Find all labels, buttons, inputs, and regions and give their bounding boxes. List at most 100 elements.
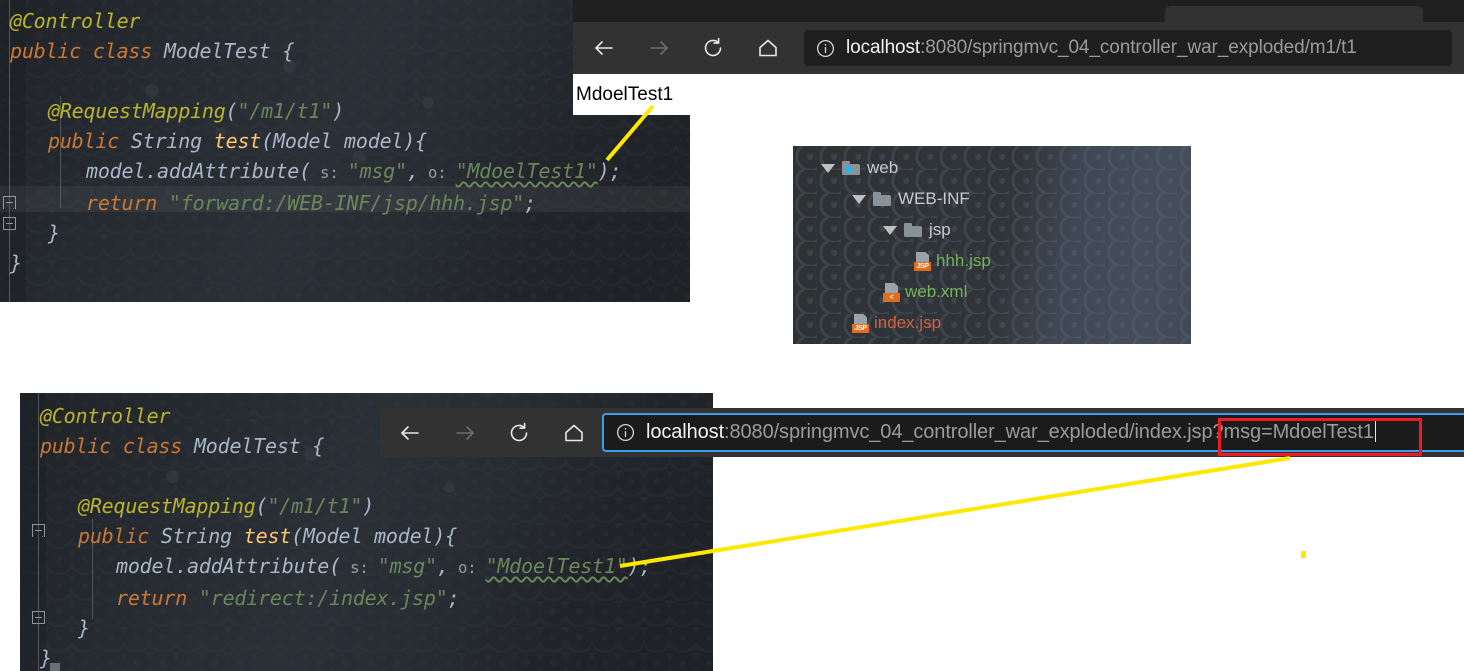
site-info-icon[interactable]: [604, 422, 646, 443]
code-token: return: [116, 586, 188, 610]
top-address-bar-text[interactable]: localhost:8080/springmvc_04_controller_w…: [846, 37, 1357, 59]
url-path: :8080/springmvc_04_controller_war_explod…: [920, 37, 1357, 58]
forward-icon[interactable]: [643, 32, 675, 64]
url-host: localhost: [846, 37, 921, 58]
url-path: :8080/springmvc_04_controller_war_explod…: [724, 421, 1213, 443]
code-token: ){: [403, 129, 427, 153]
forward-icon[interactable]: [449, 417, 481, 449]
code-token: ModelTest: [163, 39, 271, 63]
top-editor-code-text[interactable]: @Controller public class ModelTest { @Req…: [10, 6, 622, 278]
bottom-address-bar[interactable]: localhost:8080/springmvc_04_controller_w…: [602, 413, 1464, 452]
code-token: test: [213, 129, 262, 153]
code-token: }: [48, 221, 60, 245]
bottom-browser-window[interactable]: localhost:8080/springmvc_04_controller_w…: [380, 408, 1464, 465]
code-token: String: [160, 524, 232, 548]
code-token: Model model: [303, 524, 434, 548]
url-query-string: ?msg=MdoelTest1: [1212, 421, 1374, 443]
url-host: localhost: [646, 421, 725, 443]
tree-row[interactable]: web: [821, 156, 898, 180]
code-token: @RequestMapping: [78, 494, 256, 518]
yellow-dot-marker: [1301, 551, 1306, 558]
editor-scroll-thumb[interactable]: [50, 663, 60, 671]
code-token: String: [130, 129, 202, 153]
tree-row-label: web: [867, 158, 899, 177]
code-token: "/m1/t1": [267, 494, 363, 518]
chevron-down-icon[interactable]: [883, 225, 897, 235]
code-token: public: [10, 39, 82, 63]
code-token: o:: [418, 164, 456, 182]
tree-row-label: index.jsp: [874, 313, 942, 332]
back-icon[interactable]: [588, 32, 620, 64]
top-browser-toolbar: localhost:8080/springmvc_04_controller_w…: [573, 22, 1464, 74]
code-token: model.addAttribute: [86, 159, 300, 183]
code-token: o:: [448, 559, 486, 577]
tree-row[interactable]: jsp: [883, 218, 951, 242]
code-token: @Controller: [10, 9, 141, 33]
code-line: return "redirect:/index.jsp";: [40, 583, 651, 613]
text-caret: [1374, 421, 1376, 442]
code-token: {: [282, 39, 295, 63]
code-token: "msg": [377, 554, 437, 578]
chevron-down-icon[interactable]: [852, 194, 866, 204]
bottom-browser-toolbar: localhost:8080/springmvc_04_controller_w…: [380, 408, 1464, 457]
bottom-annotation-arrow: [619, 456, 1291, 568]
top-browser-page-area: [573, 74, 1464, 115]
code-line: model.addAttribute( s: "msg", o: "MdoelT…: [40, 551, 652, 583]
reload-icon[interactable]: [503, 417, 535, 449]
bottom-address-bar-text[interactable]: localhost:8080/springmvc_04_controller_w…: [646, 421, 1376, 444]
code-token: ): [332, 99, 345, 123]
tree-row-label: jsp: [929, 220, 951, 239]
code-token: class: [92, 39, 153, 63]
code-token: (: [261, 129, 273, 153]
code-token: s:: [340, 559, 378, 577]
code-token: return: [86, 191, 158, 215]
code-line: }: [40, 643, 651, 671]
tree-rows-container[interactable]: web WEB-INF jsp JSP hhh.jsp < web.xml JSP index.…: [793, 146, 1191, 344]
code-token: ,: [406, 159, 419, 183]
code-token: s:: [310, 164, 348, 182]
code-token: public: [48, 129, 120, 153]
tree-row[interactable]: WEB-INF: [852, 187, 970, 211]
tree-row[interactable]: JSP index.jsp: [852, 311, 941, 335]
tree-row[interactable]: JSP hhh.jsp: [914, 249, 991, 273]
code-token: "MdoelTest1": [455, 159, 598, 183]
code-line: }: [10, 218, 621, 248]
code-token: }: [78, 616, 90, 640]
code-line: @RequestMapping("/m1/t1"): [40, 491, 651, 521]
top-address-bar[interactable]: localhost:8080/springmvc_04_controller_w…: [804, 30, 1452, 66]
project-file-tree[interactable]: web WEB-INF jsp JSP hhh.jsp < web.xml JSP index.…: [793, 146, 1191, 344]
back-icon[interactable]: [394, 417, 426, 449]
code-token: (: [299, 159, 311, 183]
code-line: @Controller: [10, 6, 621, 36]
code-token: (: [225, 99, 238, 123]
code-token: "/m1/t1": [237, 99, 333, 123]
code-token: ModelTest: [193, 434, 301, 458]
code-token: ){: [433, 524, 457, 548]
home-icon[interactable]: [752, 32, 784, 64]
home-icon[interactable]: [558, 417, 590, 449]
tree-row[interactable]: < web.xml: [883, 280, 967, 304]
jsp-file-icon: JSP: [914, 251, 931, 271]
reload-icon[interactable]: [697, 32, 729, 64]
code-token: Model model: [273, 129, 404, 153]
chevron-down-icon[interactable]: [821, 163, 835, 173]
tree-row-label: hhh.jsp: [936, 251, 991, 270]
top-browser-window[interactable]: localhost:8080/springmvc_04_controller_w…: [573, 0, 1464, 115]
code-token: "MdoelTest1": [485, 554, 628, 578]
code-line: @RequestMapping("/m1/t1"): [10, 96, 621, 126]
code-token: (: [255, 494, 268, 518]
code-token: (: [329, 554, 341, 578]
top-page-output-text: MdoelTest1: [576, 83, 674, 105]
site-info-icon[interactable]: [804, 38, 846, 59]
tree-row-label: WEB-INF: [898, 189, 970, 208]
code-line: return "forward:/WEB-INF/jsp/hhh.jsp";: [10, 188, 621, 218]
